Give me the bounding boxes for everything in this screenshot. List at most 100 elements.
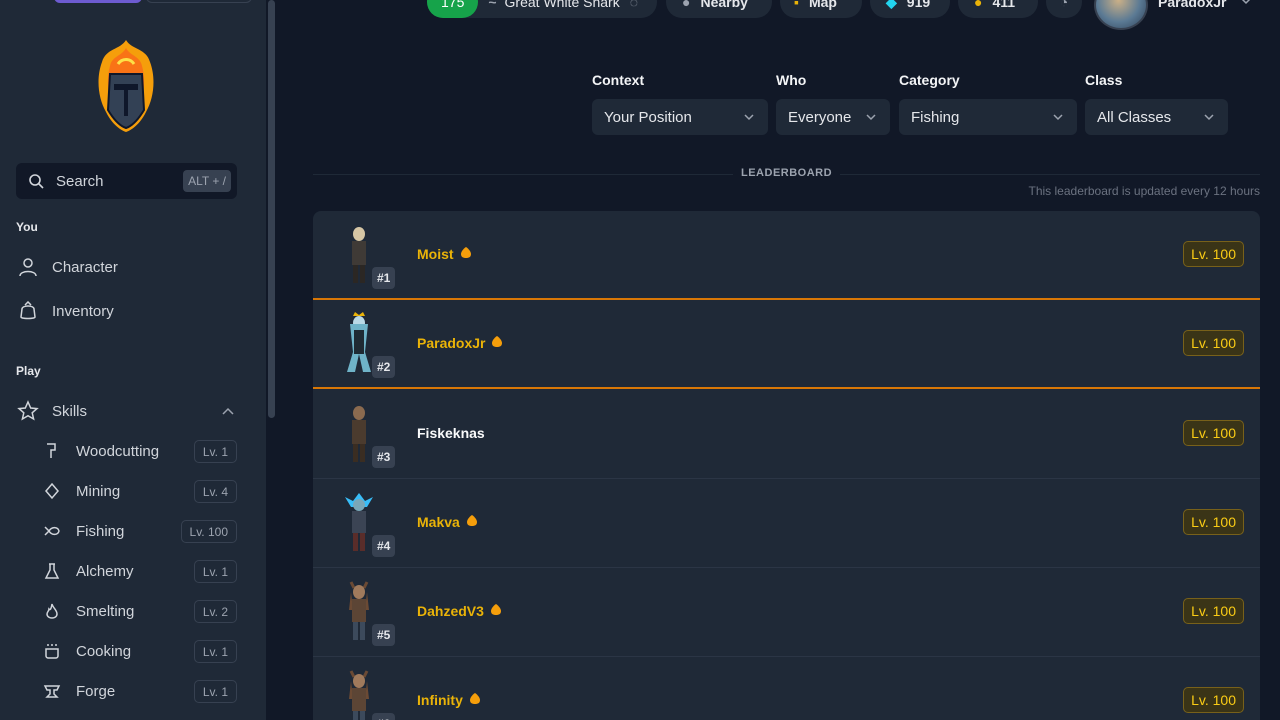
sidebar-top-button[interactable]	[54, 0, 142, 3]
gold-coin-icon	[466, 514, 478, 530]
skill-item-mining[interactable]: Mining Lv. 4	[40, 471, 237, 511]
sidebar-item-label: Inventory	[52, 302, 114, 320]
who-select[interactable]: Everyone	[776, 99, 890, 135]
player-name-text: Infinity	[417, 692, 463, 708]
fish-icon: ~	[488, 0, 497, 10]
map-button[interactable]: ▪ Map	[780, 0, 862, 18]
bag-icon	[16, 299, 40, 323]
flame-icon	[40, 599, 64, 623]
player-name[interactable]: ParadoxJr	[417, 335, 503, 351]
user-icon	[16, 255, 40, 279]
class-select[interactable]: All Classes	[1085, 99, 1228, 135]
skill-level-badge: Lv. 1	[193, 440, 237, 463]
skill-level-badge: Lv. 2	[193, 600, 237, 623]
player-name[interactable]: Makva	[417, 514, 478, 530]
map-label: Map	[808, 0, 837, 10]
class-select-value: All Classes	[1097, 108, 1172, 126]
player-level-badge: Lv. 100	[1183, 598, 1244, 624]
notifications-button[interactable]: ◔	[1046, 0, 1082, 18]
filter-label-class: Class	[1085, 72, 1123, 88]
bell-icon: ◔	[1059, 0, 1069, 10]
chevron-up-icon[interactable]	[220, 404, 236, 425]
who-select-value: Everyone	[788, 108, 852, 126]
player-name[interactable]: Fiskeknas	[417, 425, 485, 441]
skill-level-badge: Lv. 1	[193, 640, 237, 663]
player-name-text: DahzedV3	[417, 603, 484, 619]
leaderboard-row[interactable]: #4 Makva Lv. 100	[313, 479, 1260, 568]
leaderboard-title: LEADERBOARD	[733, 167, 841, 179]
flaming-helmet-logo-icon	[98, 40, 154, 132]
avatar[interactable]	[1094, 0, 1148, 30]
player-name-text: Moist	[417, 246, 454, 262]
gold-coin-icon: ●	[974, 0, 983, 10]
anvil-icon	[40, 679, 64, 703]
sidebar-item-character[interactable]: Character	[16, 247, 246, 287]
sidebar-top-button-secondary[interactable]	[146, 0, 252, 3]
star-icon	[16, 399, 40, 423]
section-play-label: Play	[16, 364, 41, 378]
filter-label-who: Who	[776, 72, 807, 88]
rank-badge: #2	[372, 356, 396, 378]
activity-label: Great White Shark	[504, 0, 620, 10]
search-label: Search	[56, 172, 104, 190]
leaderboard-row[interactable]: #6 Infinity Lv. 100	[313, 657, 1260, 720]
fish-icon	[40, 519, 64, 543]
nearby-button[interactable]: ● Nearby	[666, 0, 772, 18]
player-name-text: Fiskeknas	[417, 425, 485, 441]
gems-value: 919	[906, 0, 931, 10]
chevron-down-icon	[1202, 110, 1216, 128]
filter-label-context: Context	[592, 72, 645, 88]
skill-level-badge: Lv. 1	[193, 680, 237, 703]
gold-coin-icon	[490, 603, 502, 619]
gems-counter[interactable]: ◆ 919	[870, 0, 950, 18]
rank-badge: #6	[372, 713, 396, 720]
skill-label: Forge	[76, 682, 116, 700]
search-icon	[28, 172, 46, 190]
player-name[interactable]: Moist	[417, 246, 472, 262]
leaderboard-row[interactable]: #3 Fiskeknas Lv. 100	[313, 390, 1260, 479]
skill-label: Cooking	[76, 642, 132, 660]
context-select[interactable]: Your Position	[592, 99, 768, 135]
chevron-down-icon	[1240, 0, 1252, 10]
sidebar-item-label: Character	[52, 258, 118, 276]
skill-item-smelting[interactable]: Smelting Lv. 2	[40, 591, 237, 631]
player-name-text: ParadoxJr	[417, 335, 486, 351]
scrollbar-thumb[interactable]	[268, 0, 275, 418]
sidebar-scrollbar[interactable]	[266, 0, 280, 720]
search-shortcut: ALT + /	[183, 170, 231, 192]
diamond-icon	[40, 479, 64, 503]
skill-label: Woodcutting	[76, 442, 160, 460]
player-name[interactable]: Infinity	[417, 692, 481, 708]
player-level-badge: Lv. 100	[1183, 330, 1244, 356]
gold-coin-icon	[491, 335, 503, 351]
category-select[interactable]: Fishing	[899, 99, 1077, 135]
nearby-label: Nearby	[700, 0, 748, 10]
leaderboard-row[interactable]: #2 ParadoxJr Lv. 100	[313, 300, 1260, 389]
rank-badge: #4	[372, 535, 396, 557]
skill-item-alchemy[interactable]: Alchemy Lv. 1	[40, 551, 237, 591]
leaderboard-row[interactable]: #1 Moist Lv. 100	[313, 211, 1260, 300]
rank-badge: #5	[372, 624, 396, 646]
player-sprite	[349, 670, 369, 720]
activity-pill[interactable]: 175 ~ Great White Shark ◌	[427, 0, 657, 18]
skill-item-fishing[interactable]: Fishing Lv. 100	[40, 511, 237, 551]
location-pin-icon: ●	[682, 0, 691, 10]
player-level-badge: Lv. 100	[1183, 509, 1244, 535]
leaderboard-row[interactable]: #5 DahzedV3 Lv. 100	[313, 568, 1260, 657]
player-name[interactable]: DahzedV3	[417, 603, 502, 619]
sidebar-item-label: Skills	[52, 402, 88, 420]
skill-item-forge[interactable]: Forge Lv. 1	[40, 671, 237, 711]
filter-label-category: Category	[899, 72, 960, 88]
chevron-down-icon	[1051, 110, 1065, 128]
sidebar-item-skills[interactable]: Skills	[16, 391, 246, 431]
skill-item-woodcutting[interactable]: Woodcutting Lv. 1	[40, 431, 237, 471]
player-name-text: Makva	[417, 514, 460, 530]
axe-icon	[40, 439, 64, 463]
skill-label: Fishing	[76, 522, 125, 540]
skill-item-cooking[interactable]: Cooking Lv. 1	[40, 631, 237, 671]
search-box[interactable]: Search ALT + /	[16, 163, 237, 199]
gold-counter[interactable]: ● 411	[958, 0, 1038, 18]
user-menu[interactable]: ParadoxJr	[1150, 0, 1260, 18]
sidebar-item-inventory[interactable]: Inventory	[16, 291, 246, 331]
leaderboard-update-note: This leaderboard is updated every 12 hou…	[1028, 184, 1260, 198]
